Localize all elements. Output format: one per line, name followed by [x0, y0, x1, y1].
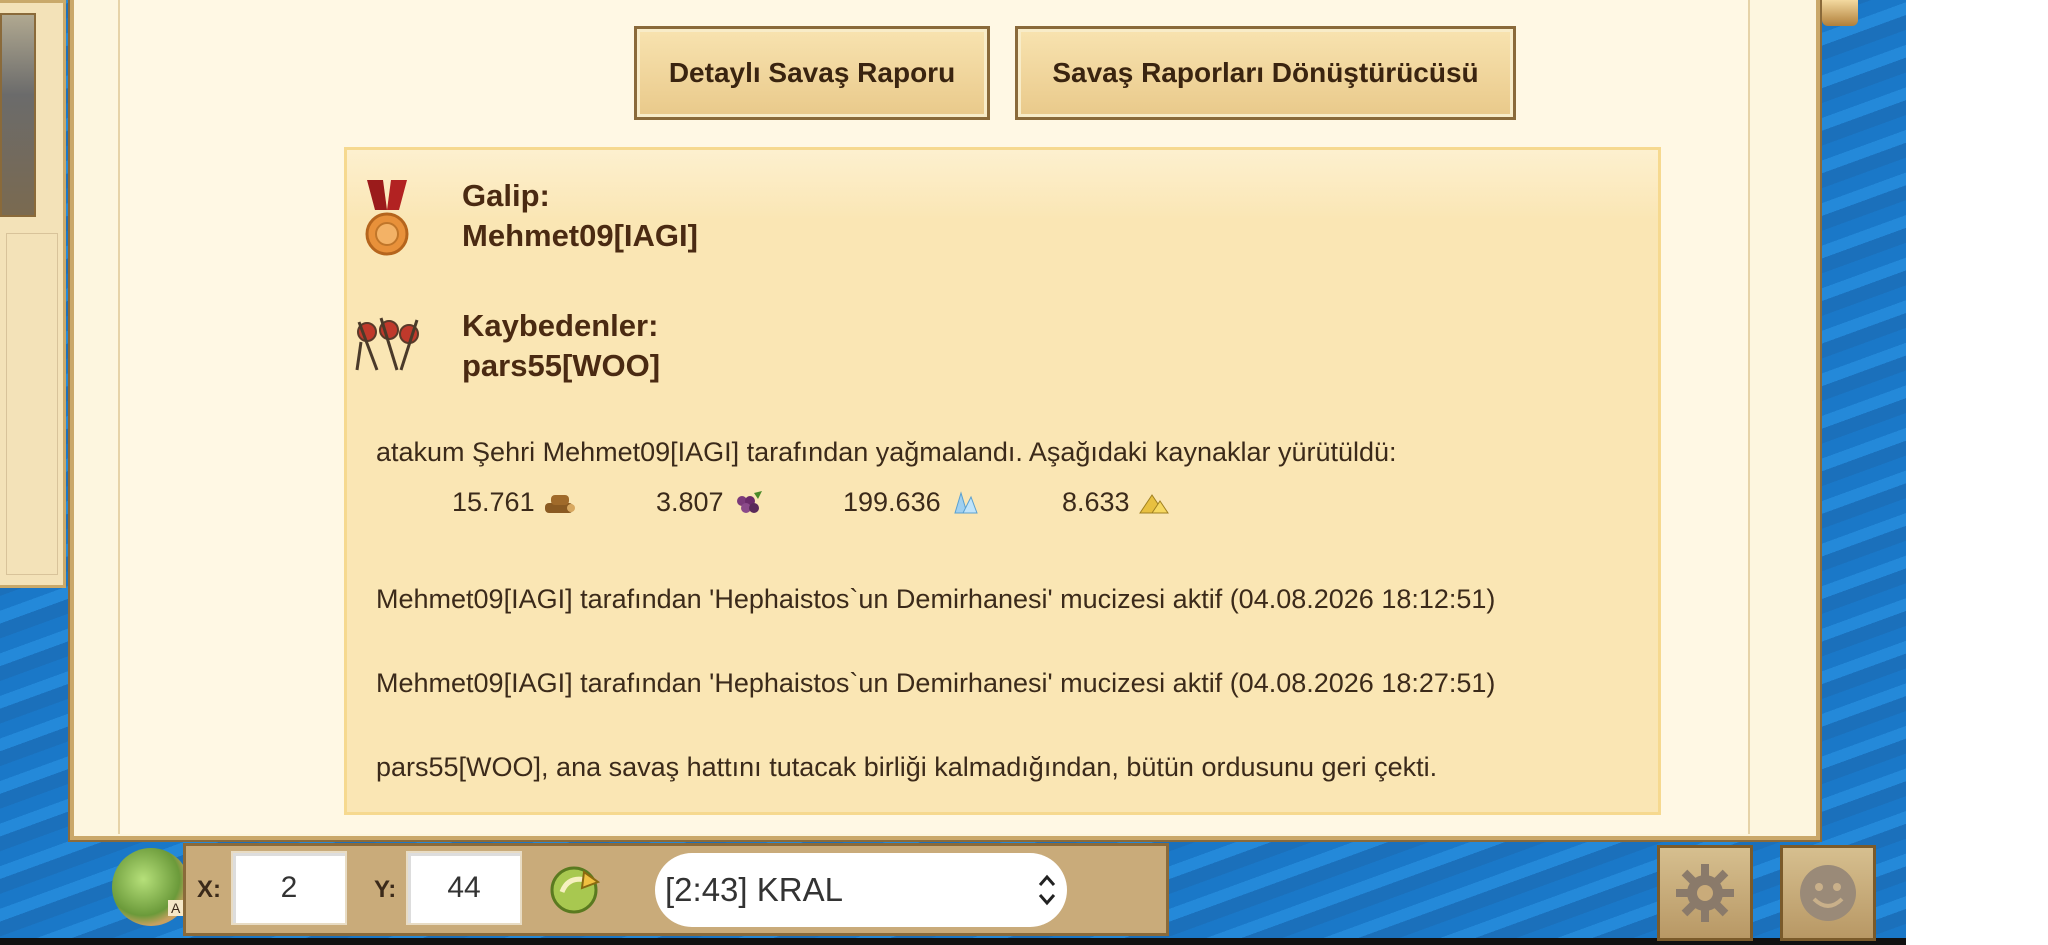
- select-arrows-icon: [1038, 874, 1056, 906]
- resource-wine: 3.807: [656, 487, 764, 518]
- resource-crystal: 199.636: [843, 487, 981, 518]
- sulfur-icon: [1138, 493, 1169, 513]
- battle-report-window: Detaylı Savaş Raporu Savaş Raporları Dön…: [70, 0, 1820, 840]
- loot-text: atakum Şehri Mehmet09[IAGI] tarafından y…: [376, 437, 1397, 467]
- smiley-icon: [1800, 865, 1856, 921]
- x-coordinate-label: X:: [197, 876, 221, 903]
- wood-icon: [544, 494, 575, 513]
- medal-icon: [365, 180, 409, 256]
- x-coordinate-input[interactable]: 2: [231, 851, 347, 925]
- scroll-knob: [1822, 0, 1858, 26]
- resource-wood: 15.761: [452, 487, 575, 518]
- defeated-warriors-icon: [355, 317, 419, 371]
- resource-sulfur: 8.633: [1062, 487, 1170, 518]
- y-coordinate-label: Y:: [374, 876, 397, 903]
- detailed-report-button[interactable]: Detaylı Savaş Raporu: [634, 26, 990, 120]
- report-converter-button[interactable]: Savaş Raporları Dönüştürücüsü: [1015, 26, 1516, 120]
- go-to-coordinates-icon[interactable]: [548, 862, 604, 914]
- settings-button[interactable]: [1657, 845, 1753, 941]
- y-coordinate-input[interactable]: 44: [406, 851, 522, 925]
- gear-icon: [1676, 864, 1734, 922]
- battle-report-panel: Galip: Mehmet09[IAGI] Kaybedenler: pars5…: [344, 147, 1661, 815]
- crystal-icon: [953, 490, 978, 513]
- right-margin: [1906, 0, 2048, 945]
- loser-name: pars55[WOO]: [462, 348, 661, 383]
- resource-value: 8.633: [1062, 487, 1130, 517]
- resource-value: 199.636: [843, 487, 941, 517]
- bottom-strip: [0, 938, 1906, 945]
- unit-thumbnail: [0, 13, 36, 217]
- wonder-line-2: Mehmet09[IAGI] tarafından 'Hephaistos`un…: [376, 668, 1496, 698]
- resource-value: 15.761: [452, 487, 535, 517]
- winner-name: Mehmet09[IAGI]: [462, 218, 698, 253]
- left-panel-frame: [6, 233, 58, 575]
- wine-icon: [736, 490, 762, 513]
- island-marker-label: A: [168, 900, 184, 916]
- island-select[interactable]: [2:43] KRAL: [655, 853, 1067, 927]
- wonder-line-1: Mehmet09[IAGI] tarafından 'Hephaistos`un…: [376, 584, 1496, 614]
- island-select-value: [2:43] KRAL: [665, 871, 843, 908]
- winner-label: Galip:: [462, 178, 550, 213]
- losers-label: Kaybedenler:: [462, 308, 659, 343]
- resource-value: 3.807: [656, 487, 724, 517]
- left-side-panel: [0, 0, 66, 588]
- retreat-line: pars55[WOO], ana savaş hattını tutacak b…: [376, 752, 1438, 782]
- emoji-button[interactable]: [1780, 845, 1876, 941]
